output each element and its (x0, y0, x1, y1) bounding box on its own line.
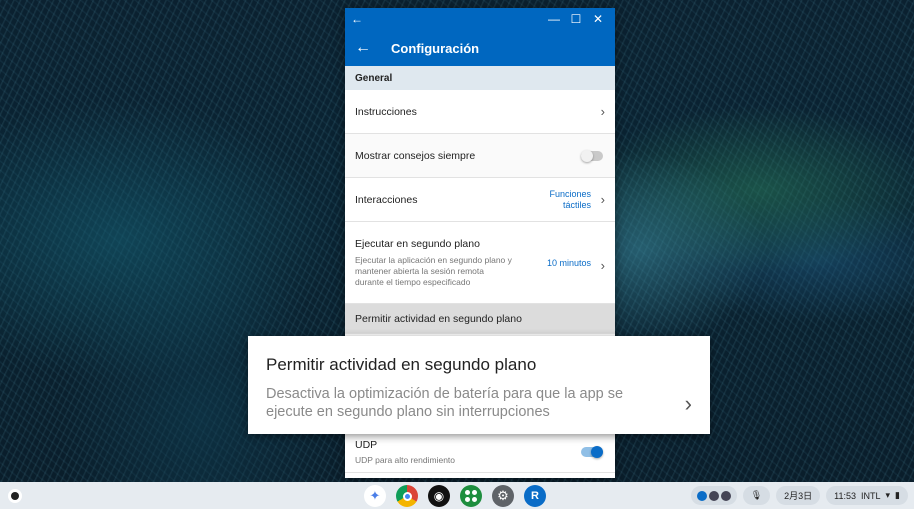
setting-main: UDP UDP para alto rendimiento (355, 439, 581, 466)
chevron-right-icon: › (600, 258, 605, 273)
toggle-knob (591, 446, 603, 458)
close-icon[interactable]: ✕ (587, 8, 609, 30)
app-grid-dot (465, 497, 470, 502)
setting-title: UDP (355, 439, 378, 451)
app-grid-dot (472, 490, 477, 495)
clock-time: 11:53 (834, 490, 856, 501)
battery-icon: ▮ (895, 490, 900, 500)
setting-title: Mostrar consejos siempre (355, 149, 476, 162)
setting-value: 10 minutos (546, 258, 591, 268)
app-grid-dot (472, 497, 477, 502)
minimize-icon[interactable]: — (543, 8, 565, 30)
section-header-general: General (345, 66, 615, 90)
app-bar: ← Configuración (345, 30, 615, 66)
callout-description: Desactiva la optimización de batería par… (266, 386, 624, 420)
setting-title: Permitir actividad en segundo plano (355, 312, 522, 325)
setting-title: Interacciones (355, 193, 418, 206)
podcast-app-icon[interactable]: ◉ (428, 485, 450, 507)
chevron-right-icon: › (684, 391, 692, 416)
chevron-right-icon: › (600, 192, 605, 207)
remote-desktop-icon[interactable]: R (524, 485, 546, 507)
system-status-area[interactable]: 11:53 INTL ▾ ▮ (826, 486, 908, 505)
setting-description: UDP para alto rendimiento (355, 455, 456, 465)
ime-indicator: INTL (861, 490, 881, 501)
thumbnail-item (720, 490, 731, 501)
page-title: Configuración (391, 40, 480, 56)
chrome-icon[interactable] (396, 485, 418, 507)
holding-space-thumbnails[interactable] (690, 486, 737, 505)
launcher-icon (11, 492, 19, 500)
value-line-1: Funciones (549, 188, 591, 199)
pinned-apps: ✦ ◉ ⚙ R (364, 485, 546, 507)
thumbnail-item (708, 490, 719, 501)
maximize-icon[interactable]: ☐ (565, 8, 587, 30)
titlebar-back-icon[interactable]: ← (351, 12, 367, 26)
chevron-right-icon: › (600, 104, 605, 119)
setting-title: Instrucciones (355, 105, 417, 118)
status-tray: 🎙 2月3日 11:53 INTL ▾ ▮ (690, 486, 908, 505)
setting-value: Funciones táctiles (549, 189, 591, 211)
magnified-callout-permitir-actividad[interactable]: Permitir actividad en segundo plano Desa… (248, 336, 710, 434)
date-indicator[interactable]: 2月3日 (776, 486, 821, 505)
chrome-center (402, 491, 412, 501)
app-grid-dot (465, 490, 470, 495)
callout-main: Permitir actividad en segundo plano Desa… (266, 355, 678, 434)
udp-toggle[interactable] (581, 446, 603, 458)
app-grid-icon[interactable] (460, 485, 482, 507)
toggle-knob (581, 149, 593, 162)
value-line-2: táctiles (562, 199, 591, 210)
setting-main: Instrucciones (355, 106, 595, 118)
callout-title: Permitir actividad en segundo plano (266, 355, 537, 374)
setting-main: Interacciones (355, 194, 549, 206)
setting-ejecutar-segundo-plano[interactable]: Ejecutar en segundo plano Ejecutar la ap… (345, 222, 615, 304)
thumbnail-item (696, 490, 707, 501)
window-titlebar: ← — ☐ ✕ (345, 8, 615, 30)
setting-instrucciones[interactable]: Instrucciones › (345, 90, 615, 134)
setting-title: Ejecutar en segundo plano (355, 238, 480, 250)
setting-permitir-actividad[interactable]: Permitir actividad en segundo plano (345, 304, 615, 334)
settings-gear-icon[interactable]: ⚙ (492, 485, 514, 507)
wifi-icon: ▾ (885, 490, 891, 500)
setting-interacciones[interactable]: Interacciones Funciones táctiles › (345, 178, 615, 222)
back-arrow-icon[interactable]: ← (355, 39, 391, 57)
setting-udp: UDP UDP para alto rendimiento (345, 435, 615, 473)
microphone-icon[interactable]: 🎙 (742, 486, 771, 505)
chromeos-shelf: ✦ ◉ ⚙ R 🎙 2月3日 11:53 INTL ▾ ▮ (0, 482, 914, 509)
assistant-icon[interactable]: ✦ (364, 485, 386, 507)
setting-mostrar-consejos: Mostrar consejos siempre (345, 134, 615, 178)
launcher-button[interactable] (8, 489, 22, 503)
setting-main: Ejecutar en segundo plano Ejecutar la ap… (355, 238, 547, 288)
consejos-toggle[interactable] (581, 149, 603, 162)
setting-main: Mostrar consejos siempre (355, 150, 581, 162)
setting-main: Permitir actividad en segundo plano (355, 313, 605, 325)
setting-description: Ejecutar la aplicación en segundo plano … (355, 255, 512, 287)
